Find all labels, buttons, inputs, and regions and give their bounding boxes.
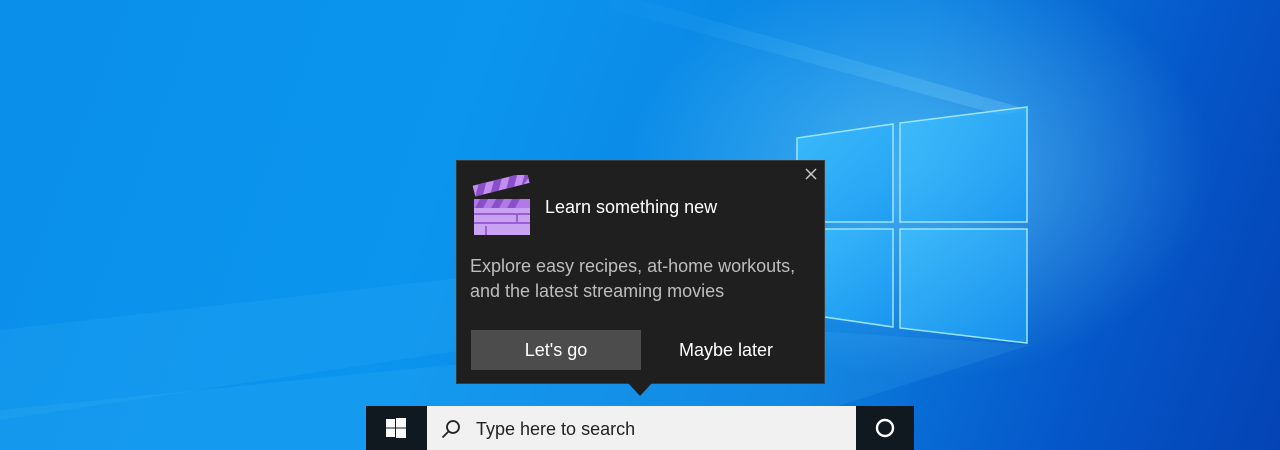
close-icon [805, 168, 817, 180]
windows-logo-icon [386, 418, 406, 438]
maybe-later-button[interactable]: Maybe later [641, 330, 811, 370]
lets-go-button[interactable]: Let's go [471, 330, 641, 370]
close-button[interactable] [803, 166, 819, 182]
taskbar: Type here to search [366, 406, 914, 450]
search-icon [441, 420, 460, 439]
popup-body-line: and the latest streaming movies [470, 281, 725, 301]
popup-pointer [628, 383, 652, 396]
search-placeholder: Type here to search [476, 419, 636, 439]
popup-body-line: Explore easy recipes, at-home workouts, [470, 256, 796, 276]
cortana-button[interactable] [856, 406, 914, 450]
cortana-circle-icon [875, 418, 895, 438]
popup-body-text: Explore easy recipes, at-home workouts, … [470, 254, 815, 304]
promo-popup: Learn something new Explore easy recipes… [456, 160, 825, 384]
taskbar-search-box[interactable]: Type here to search [427, 406, 856, 450]
clapperboard-icon [472, 175, 530, 235]
popup-title: Learn something new [545, 197, 718, 217]
start-button[interactable] [366, 406, 426, 450]
desktop-background: Learn something new Explore easy recipes… [0, 0, 1280, 450]
